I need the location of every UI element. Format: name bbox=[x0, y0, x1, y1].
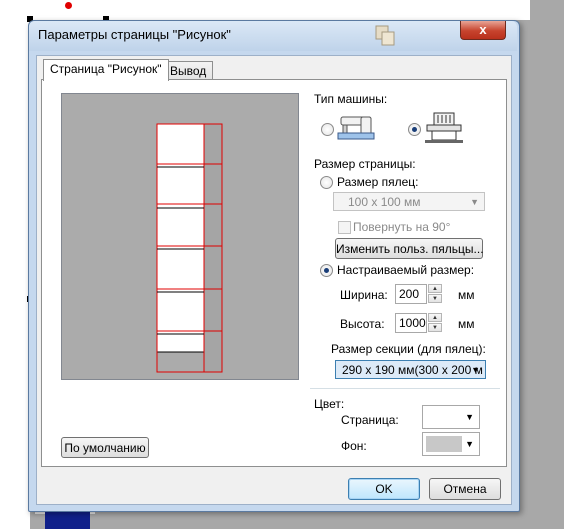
embroidery-machine-radio[interactable] bbox=[408, 123, 421, 136]
chevron-down-icon: ▼ bbox=[465, 439, 474, 449]
width-input[interactable]: 200 bbox=[395, 284, 427, 304]
height-up-button[interactable]: ▲ bbox=[428, 313, 442, 322]
pages-icon bbox=[375, 25, 395, 46]
rotate-checkbox[interactable] bbox=[338, 221, 351, 234]
preview-drawing bbox=[156, 123, 223, 373]
cancel-button[interactable]: Отмена bbox=[429, 478, 501, 500]
page-color-select[interactable]: ▼ bbox=[422, 405, 480, 429]
width-up-button[interactable]: ▲ bbox=[428, 284, 442, 293]
ok-button[interactable]: OK bbox=[348, 478, 420, 500]
design-canvas-left bbox=[0, 0, 30, 529]
edit-hoops-button[interactable]: Изменить польз. пяльцы... bbox=[335, 238, 484, 259]
width-unit: мм bbox=[458, 288, 475, 302]
section-size-select[interactable]: 290 x 190 мм(300 x 200 м ▼ bbox=[335, 360, 486, 379]
section-size-value: 290 x 190 мм(300 x 200 м bbox=[342, 363, 483, 377]
close-button[interactable]: x bbox=[460, 21, 506, 40]
embroidery-machine-icon bbox=[425, 112, 463, 143]
hoop-size-value: 100 x 100 мм bbox=[348, 195, 421, 209]
chevron-down-icon: ▼ bbox=[470, 197, 479, 207]
page-color-swatch bbox=[426, 409, 462, 425]
tab-output[interactable]: Вывод bbox=[163, 61, 214, 81]
tab-page[interactable]: Страница "Рисунок" bbox=[43, 59, 169, 81]
rotate-label: Повернуть на 90° bbox=[353, 220, 451, 234]
hoop-size-label: Размер пялец: bbox=[337, 175, 419, 189]
defaults-button[interactable]: По умолчанию bbox=[61, 437, 149, 458]
width-down-button[interactable]: ▼ bbox=[428, 294, 442, 303]
background-color-swatch bbox=[426, 436, 462, 452]
custom-size-radio[interactable] bbox=[320, 264, 333, 277]
background-color-label: Фон: bbox=[341, 439, 367, 453]
custom-size-label: Настраиваемый размер: bbox=[337, 263, 475, 277]
height-label: Высота: bbox=[340, 317, 385, 331]
color-label: Цвет: bbox=[314, 397, 345, 411]
height-input[interactable]: 1000 bbox=[395, 313, 427, 333]
sewing-machine-icon bbox=[337, 116, 375, 140]
divider bbox=[310, 388, 500, 389]
page-size-label: Размер страницы: bbox=[314, 157, 416, 171]
machine-type-label: Тип машины: bbox=[314, 92, 388, 106]
height-unit: мм bbox=[458, 317, 475, 331]
hoop-size-radio[interactable] bbox=[320, 176, 333, 189]
canvas-object bbox=[45, 512, 90, 529]
page-preview bbox=[61, 93, 299, 380]
width-label: Ширина: bbox=[340, 288, 388, 302]
sewing-machine-radio[interactable] bbox=[321, 123, 334, 136]
chevron-down-icon: ▼ bbox=[471, 365, 480, 375]
height-down-button[interactable]: ▼ bbox=[428, 323, 442, 332]
background-color-select[interactable]: ▼ bbox=[422, 432, 480, 456]
page-color-label: Страница: bbox=[341, 413, 399, 427]
chevron-down-icon: ▼ bbox=[465, 412, 474, 422]
section-size-label: Размер секции (для пялец): bbox=[331, 342, 486, 356]
hoop-size-select[interactable]: 100 x 100 мм ▼ bbox=[333, 192, 485, 211]
rotation-handle[interactable] bbox=[65, 2, 72, 9]
dialog-title: Параметры страницы "Рисунок" bbox=[38, 27, 231, 42]
